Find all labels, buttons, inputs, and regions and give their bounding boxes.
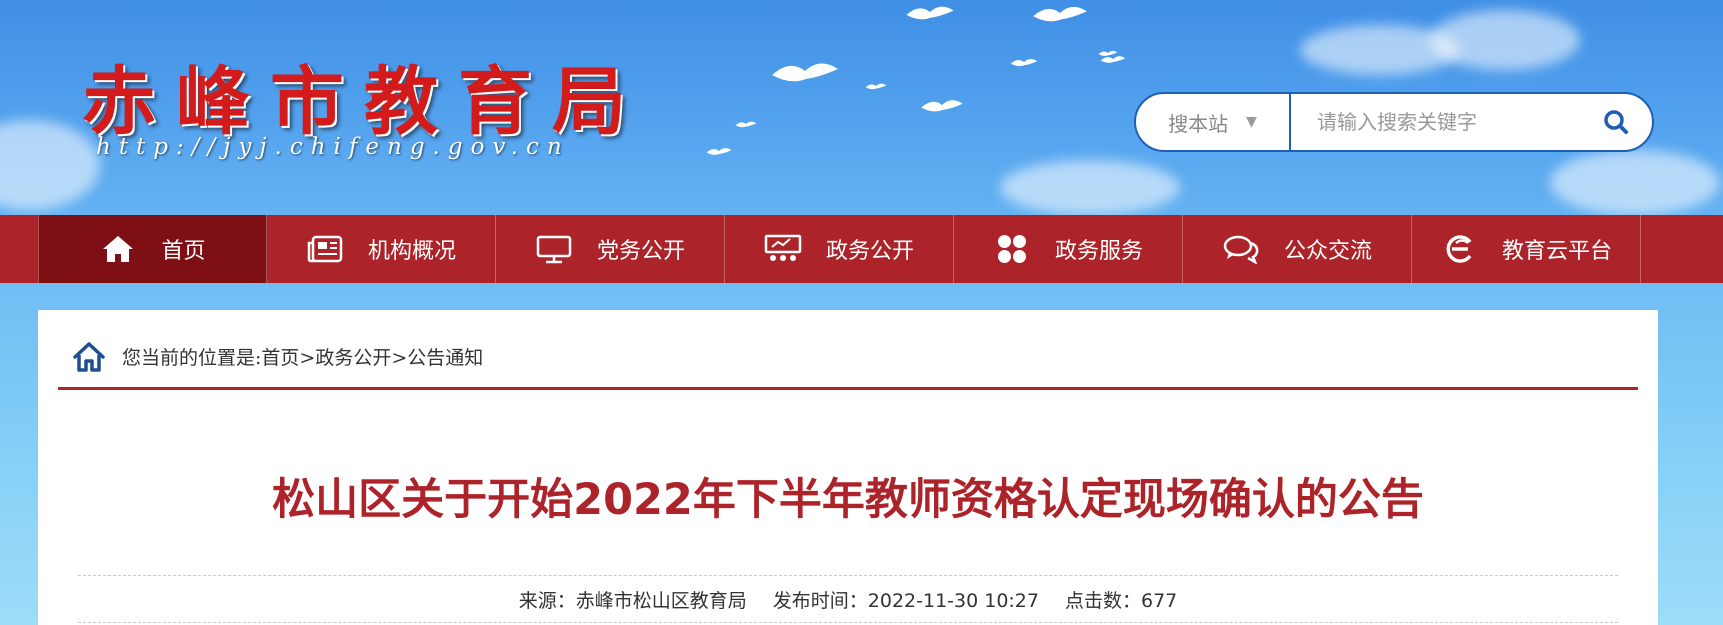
cloud-decoration <box>1550 150 1720 215</box>
nav-item-education-cloud[interactable]: 教育云平台 <box>1412 215 1641 283</box>
dove-icon <box>735 121 757 128</box>
board-icon <box>764 234 802 264</box>
article-meta: 来源：赤峰市松山区教育局 发布时间：2022-11-30 10:27 点击数：6… <box>78 575 1618 623</box>
article-source: 来源：赤峰市松山区教育局 <box>518 589 747 612</box>
monitor-icon <box>535 234 573 264</box>
site-title: 赤峰市教育局 <box>82 59 646 145</box>
search-bar: 搜本站 ▼ <box>1134 92 1654 152</box>
search-scope-select[interactable]: 搜本站 ▼ <box>1136 94 1291 150</box>
dove-icon <box>772 63 838 82</box>
dove-icon <box>906 6 954 20</box>
caret-down-icon: ▼ <box>1246 114 1257 130</box>
nav-item-label: 教育云平台 <box>1501 239 1612 264</box>
site-url: http://jyj.chifeng.gov.cn <box>96 134 570 160</box>
nav-item-label: 政务公开 <box>825 239 914 264</box>
nav-item-label: 党务公开 <box>596 239 685 264</box>
cloud-e-icon <box>1440 234 1478 264</box>
search-input[interactable] <box>1291 94 1580 150</box>
main-nav: 首页 机构概况 党务公开 政务公开 政务服务 公众交流 教育云平台 <box>0 215 1723 283</box>
cloud-decoration <box>1430 10 1580 70</box>
nav-item-label: 公众交流 <box>1283 239 1372 264</box>
nav-item-public-communication[interactable]: 公众交流 <box>1183 215 1412 283</box>
cloud-decoration <box>1000 160 1180 215</box>
nav-item-label: 首页 <box>161 239 206 264</box>
dove-icon <box>1033 6 1087 22</box>
site-header: 赤峰市教育局 http://jyj.chifeng.gov.cn 搜本站 ▼ <box>0 0 1723 215</box>
breadcrumb: 您当前的位置是:首页>政务公开>公告通知 <box>58 330 1638 390</box>
nav-item-label: 政务服务 <box>1054 239 1143 264</box>
dove-icon <box>706 148 732 155</box>
clover-icon <box>993 234 1031 264</box>
nav-item-party-affairs[interactable]: 党务公开 <box>496 215 725 283</box>
home-icon <box>99 234 137 264</box>
content-panel: 您当前的位置是:首页>政务公开>公告通知 松山区关于开始2022年下半年教师资格… <box>38 310 1658 625</box>
nav-item-government-affairs[interactable]: 政务公开 <box>725 215 954 283</box>
breadcrumb-text: 您当前的位置是:首页>政务公开>公告通知 <box>122 347 484 369</box>
dove-icon <box>865 83 887 90</box>
article-title: 松山区关于开始2022年下半年教师资格认定现场确认的公告 <box>272 475 1424 525</box>
dove-icon <box>921 100 963 112</box>
search-button[interactable] <box>1580 94 1652 150</box>
nav-item-label: 机构概况 <box>367 239 456 264</box>
chat-icon <box>1222 234 1260 264</box>
article-click-count: 点击数：677 <box>1064 589 1178 612</box>
search-icon <box>1604 110 1628 134</box>
newspaper-icon <box>306 234 344 264</box>
dove-icon <box>1098 50 1118 56</box>
nav-item-organization[interactable]: 机构概况 <box>267 215 496 283</box>
home-outline-icon <box>73 341 105 372</box>
article-publish-time: 发布时间：2022-11-30 10:27 <box>772 589 1039 612</box>
nav-item-government-services[interactable]: 政务服务 <box>954 215 1183 283</box>
search-scope-label: 搜本站 <box>1168 111 1229 136</box>
nav-item-home[interactable]: 首页 <box>38 215 267 283</box>
dove-icon <box>1010 58 1038 67</box>
